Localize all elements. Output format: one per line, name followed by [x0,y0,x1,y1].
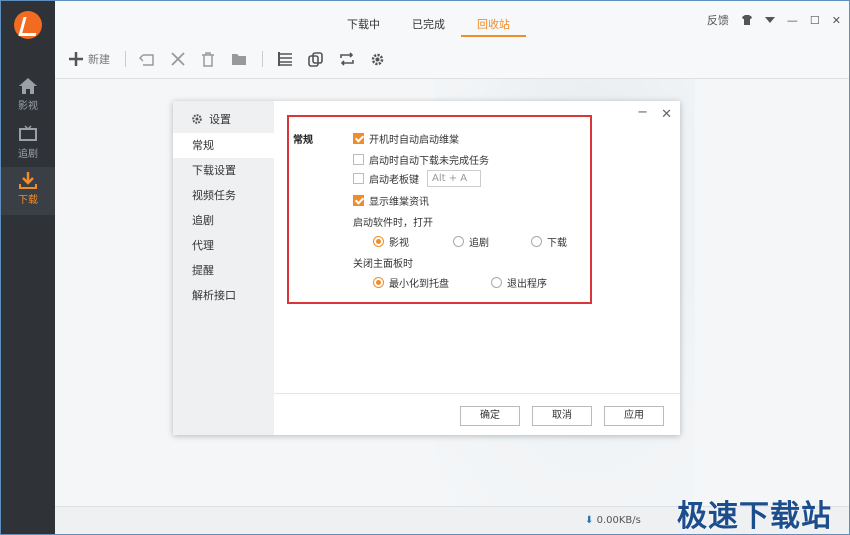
skin-icon[interactable] [741,15,753,25]
dialog-minimize-button[interactable]: − [637,105,648,120]
list-button[interactable] [278,49,294,69]
repeat-button[interactable] [339,49,355,69]
app-window: 影视 追剧 下载 下载中 已完成 回收站 反馈 — ☐ ✕ 新建 ⬇ 0.00K… [0,0,850,535]
option-label: 启动时自动下载未完成任务 [369,156,489,167]
menu-arrow-icon[interactable] [764,17,775,23]
option-label: 追剧 [469,238,489,249]
gear-icon [371,53,384,65]
close-button[interactable]: ✕ [832,14,841,27]
home-icon [19,78,37,94]
arrow-down-icon: ⬇ [585,515,594,526]
title-bar: 下载中 已完成 回收站 反馈 — ☐ ✕ [55,1,849,39]
settings-nav-reminder[interactable]: 提醒 [173,258,274,283]
radio-button[interactable] [491,277,502,288]
radio-button[interactable] [373,236,384,247]
startup-option-series[interactable]: 追剧 [453,234,489,249]
option-autostart[interactable]: 开机时自动启动维棠 [353,131,459,146]
cancel-button[interactable]: 取消 [532,406,592,426]
sidebar-item-series[interactable]: 追剧 [1,121,55,169]
option-label: 显示维棠资讯 [369,197,429,208]
app-logo [14,11,42,39]
option-label: 下载 [547,238,567,249]
checkbox[interactable] [353,195,364,206]
download-speed: ⬇ 0.00KB/s [585,515,641,526]
copy-button[interactable] [308,49,323,69]
download-icon [19,172,37,189]
list-icon [278,52,292,66]
startup-label: 启动软件时，打开 [353,218,433,229]
settings-nav-series[interactable]: 追剧 [173,208,274,233]
tv-icon [19,125,37,141]
gear-icon [192,114,202,124]
sidebar-item-download[interactable]: 下载 [1,167,55,215]
sidebar-item-movies[interactable]: 影视 [1,73,55,121]
radio-button[interactable] [453,236,464,247]
repeat-icon [340,52,354,66]
option-auto-download[interactable]: 启动时自动下载未完成任务 [353,152,489,167]
close-option-exit[interactable]: 退出程序 [491,275,547,290]
toolbar: 新建 [55,39,849,79]
radio-button[interactable] [531,236,542,247]
tab-bar: 下载中 已完成 回收站 [331,17,526,37]
sidebar-item-label: 影视 [18,101,38,112]
startup-option-download[interactable]: 下载 [531,234,567,249]
trash-icon [202,51,214,67]
tab-completed[interactable]: 已完成 [396,17,461,37]
settings-button[interactable] [370,49,385,69]
sidebar: 影视 追剧 下载 [1,1,55,534]
dialog-close-button[interactable]: ✕ [661,107,672,122]
close-x-icon [171,52,185,66]
option-label: 开机时自动启动维棠 [369,135,459,146]
checkbox[interactable] [353,154,364,165]
window-controls: 反馈 — ☐ ✕ [707,12,841,28]
option-label: 影视 [389,238,409,249]
trash-button[interactable] [201,49,215,69]
settings-nav-parser[interactable]: 解析接口 [173,283,274,308]
settings-nav: 设置 常规 下载设置 视频任务 追剧 代理 提醒 解析接口 [173,101,274,435]
option-show-news[interactable]: 显示维棠资讯 [353,193,429,208]
settings-nav-video-task[interactable]: 视频任务 [173,183,274,208]
close-label: 关闭主面板时 [353,259,413,270]
minimize-button[interactable]: — [787,14,798,27]
radio-button[interactable] [373,277,384,288]
settings-title: 设置 [191,111,231,127]
startup-option-movies[interactable]: 影视 [373,234,409,249]
folder-button[interactable] [231,49,247,69]
delete-button[interactable] [171,49,185,69]
new-button[interactable]: 新建 [69,49,110,69]
tab-downloading[interactable]: 下载中 [331,17,396,37]
dialog-divider [274,393,680,394]
settings-dialog: 设置 常规 下载设置 视频任务 追剧 代理 提醒 解析接口 − ✕ 常规 开机时… [173,101,680,435]
settings-nav-proxy[interactable]: 代理 [173,233,274,258]
checkbox[interactable] [353,133,364,144]
toolbar-divider [125,51,126,67]
new-button-label: 新建 [88,53,110,66]
settings-nav-general[interactable]: 常规 [173,133,274,158]
option-label: 启动老板键 [369,175,419,186]
watermark: 极速下载站 [677,499,832,534]
checkbox[interactable] [353,173,364,184]
option-boss-key[interactable]: 启动老板键 Alt + A [353,170,481,187]
tab-recycle-bin[interactable]: 回收站 [461,17,526,37]
toolbar-divider [262,51,263,67]
maximize-button[interactable]: ☐ [810,14,820,27]
option-label: 最小化到托盘 [389,279,449,290]
sidebar-item-label: 追剧 [18,149,38,160]
section-label: 常规 [293,135,313,146]
feedback-link[interactable]: 反馈 [707,12,729,28]
boss-key-input[interactable]: Alt + A [427,170,481,187]
option-label: 退出程序 [507,279,547,290]
settings-nav-download[interactable]: 下载设置 [173,158,274,183]
folder-icon [232,54,246,65]
restore-button[interactable] [139,49,155,69]
apply-button[interactable]: 应用 [604,406,664,426]
settings-title-text: 设置 [209,113,231,126]
download-speed-value: 0.00KB/s [596,515,641,526]
close-option-minimize[interactable]: 最小化到托盘 [373,275,449,290]
ok-button[interactable]: 确定 [460,406,520,426]
sidebar-item-label: 下载 [18,195,38,206]
copy-icon [308,51,323,67]
restore-icon [139,54,154,66]
plus-icon [69,52,83,66]
